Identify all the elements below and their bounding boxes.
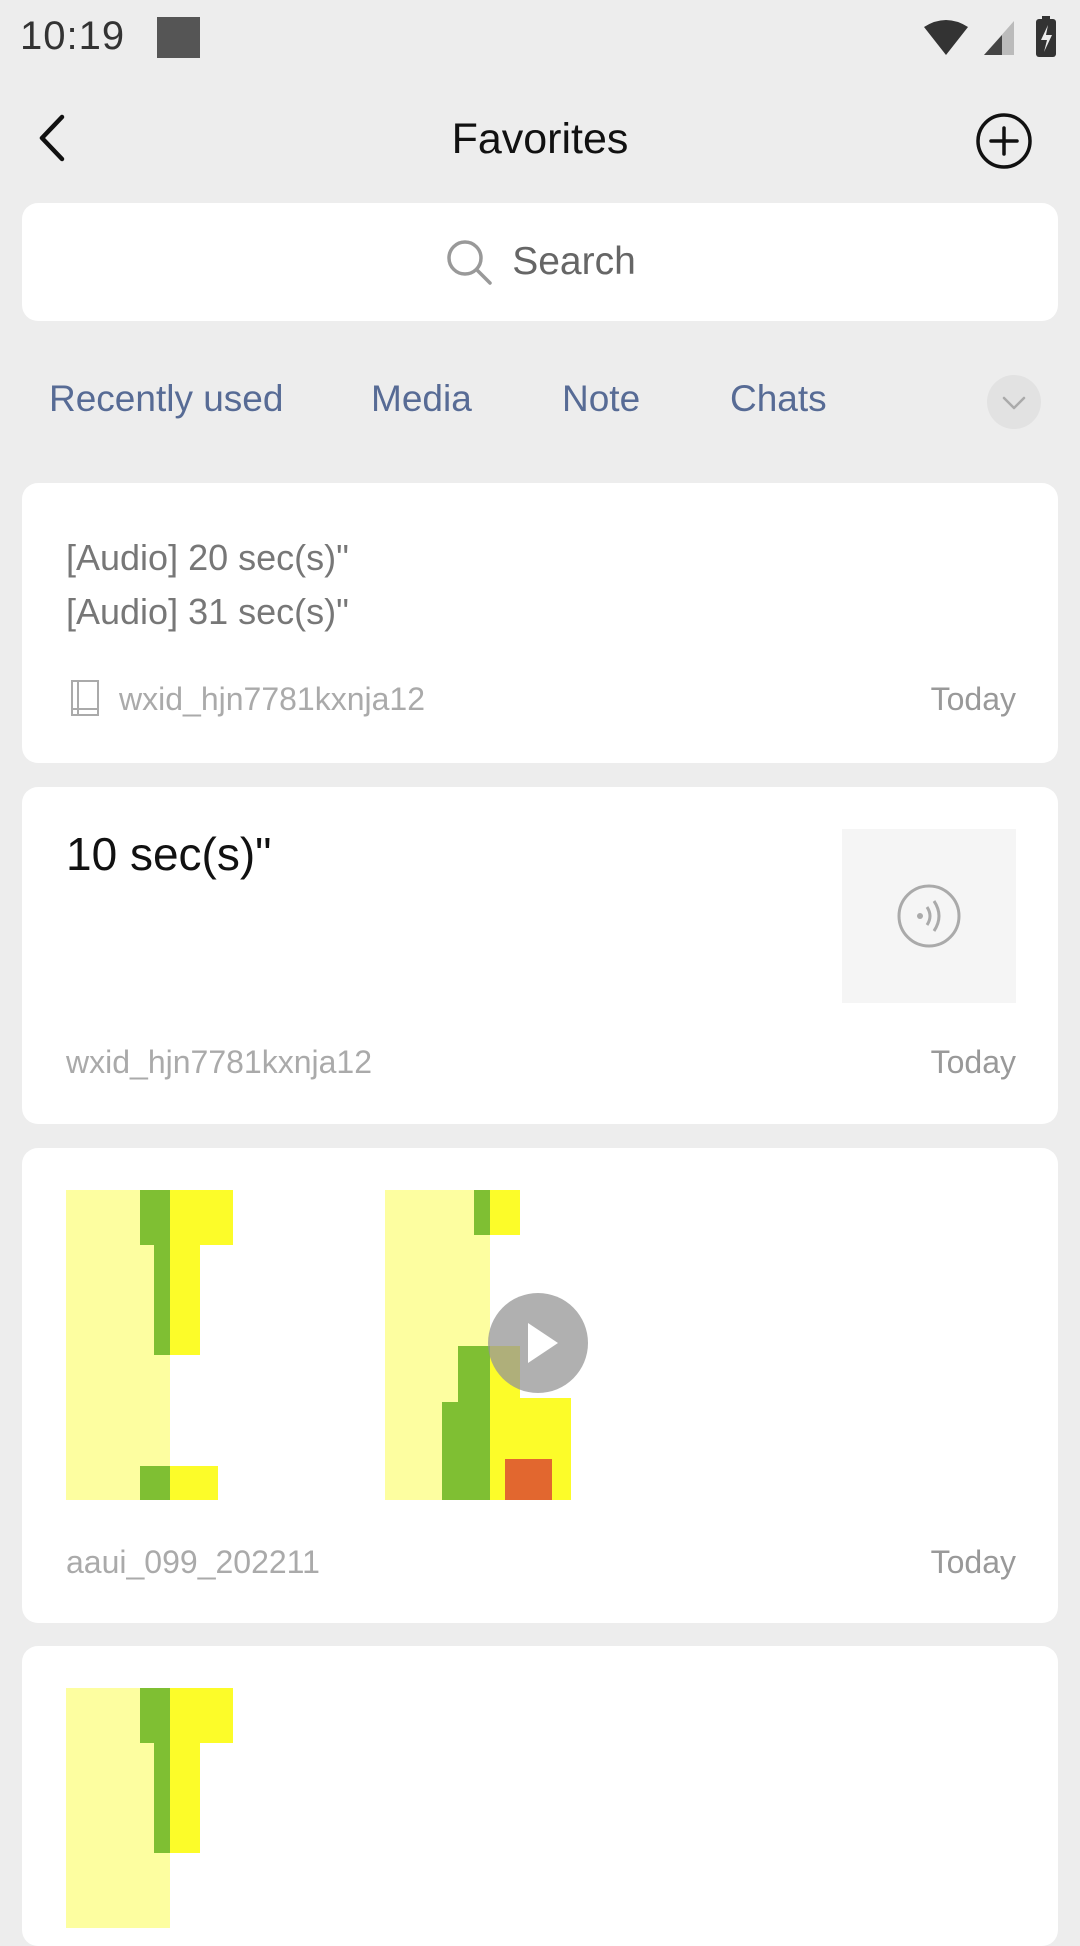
image-thumbnail[interactable] <box>66 1190 233 1500</box>
filter-chats[interactable]: Chats <box>730 378 827 420</box>
favorite-item-audio-merged[interactable]: [Audio] 20 sec(s)" [Audio] 31 sec(s)" wx… <box>22 483 1058 763</box>
add-icon[interactable] <box>974 111 1034 171</box>
status-time: 10:19 <box>20 14 126 58</box>
item-source: aaui_099_202211 <box>66 1544 320 1580</box>
favorite-item-media[interactable]: aaui_099_202211 Today <box>22 1148 1058 1623</box>
nav-bar: Favorites <box>0 75 1080 205</box>
item-source: wxid_hjn7781kxnja12 <box>119 681 425 717</box>
filter-recently-used[interactable]: Recently used <box>49 378 283 420</box>
notification-icon <box>157 17 200 58</box>
status-bar: 10:19 <box>0 0 1080 75</box>
audio-line: [Audio] 31 sec(s)" <box>66 591 349 632</box>
audio-line: [Audio] 20 sec(s)" <box>66 537 349 578</box>
wifi-icon <box>924 20 968 55</box>
chevron-down-icon <box>1002 396 1026 410</box>
battery-icon <box>1036 16 1056 57</box>
filter-media[interactable]: Media <box>371 378 472 420</box>
more-filters-button[interactable] <box>987 375 1041 429</box>
search-icon <box>447 240 492 285</box>
signal-icon <box>984 21 1014 55</box>
image-thumbnail[interactable] <box>66 1688 233 1928</box>
favorite-item-voice[interactable]: 10 sec(s)" wxid_hjn7781kxnja12 Today <box>22 787 1058 1124</box>
filter-note[interactable]: Note <box>562 378 640 420</box>
search-bar[interactable]: Search <box>22 203 1058 321</box>
filter-tabs: Recently used Media Note Chats <box>0 370 1080 440</box>
item-time: Today <box>930 1544 1016 1580</box>
item-source: wxid_hjn7781kxnja12 <box>66 1044 372 1080</box>
item-time: Today <box>930 681 1016 717</box>
search-placeholder: Search <box>512 240 636 283</box>
chat-record-icon <box>71 680 99 716</box>
voice-duration: 10 sec(s)" <box>66 828 272 880</box>
voice-thumbnail <box>842 829 1016 1003</box>
page-title: Favorites <box>451 115 629 163</box>
favorite-item-image[interactable] <box>22 1646 1058 1946</box>
status-icons <box>924 16 1056 57</box>
voice-icon <box>897 884 961 948</box>
play-icon <box>528 1323 558 1363</box>
item-time: Today <box>930 1044 1016 1080</box>
play-button[interactable] <box>488 1293 588 1393</box>
